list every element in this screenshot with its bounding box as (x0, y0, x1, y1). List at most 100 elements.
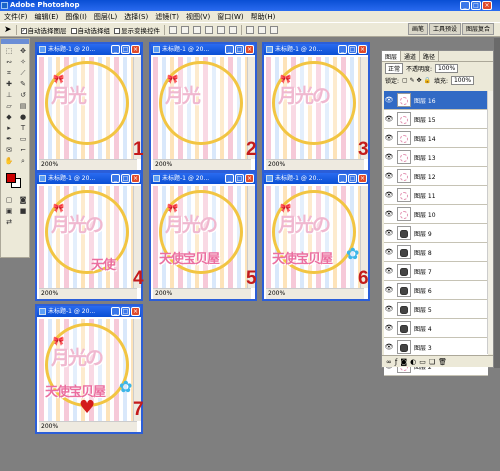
slice-tool-icon[interactable]: ⟋ (17, 69, 29, 78)
foreground-color[interactable] (6, 173, 16, 183)
maximize-button[interactable]: □ (121, 174, 130, 183)
shape-tool-icon[interactable]: ▭ (17, 135, 29, 144)
close-button[interactable]: × (131, 174, 140, 183)
minimize-button[interactable]: _ (225, 174, 234, 183)
visibility-eye-icon[interactable]: 👁 (384, 305, 394, 313)
menu-help[interactable]: 帮助(H) (251, 12, 276, 22)
visibility-eye-icon[interactable]: 👁 (384, 324, 394, 332)
visibility-eye-icon[interactable]: 👁 (384, 343, 394, 351)
menu-select[interactable]: 选择(S) (124, 12, 148, 22)
magic-wand-tool-icon[interactable]: ✧ (17, 58, 29, 67)
minimize-button[interactable]: _ (338, 45, 347, 54)
minimize-button[interactable]: _ (460, 1, 470, 10)
document-window[interactable]: 未标题-1 @ 20... _ □ × 🎀 月光の 天使宝贝屋 200% (149, 171, 257, 301)
close-button[interactable]: × (245, 45, 254, 54)
close-button[interactable]: × (245, 174, 254, 183)
layer-style-icon[interactable]: ƒ (395, 358, 397, 366)
close-button[interactable]: × (358, 45, 367, 54)
align-middle-icon[interactable] (181, 25, 190, 34)
document-canvas[interactable]: 🎀 月光の 天使宝贝屋 (153, 186, 249, 288)
dodge-tool-icon[interactable]: ● (17, 113, 29, 122)
fill-input[interactable]: 100% (450, 76, 475, 85)
maximize-button[interactable]: □ (471, 1, 481, 10)
menu-edit[interactable]: 编辑(E) (35, 12, 59, 22)
document-canvas[interactable]: 🎀 月光 (39, 57, 135, 159)
align-left-icon[interactable] (205, 25, 214, 34)
visibility-eye-icon[interactable]: 👁 (384, 153, 394, 161)
opacity-input[interactable]: 100% (435, 64, 459, 73)
eraser-tool-icon[interactable]: ▱ (3, 102, 15, 111)
visibility-eye-icon[interactable]: 👁 (384, 210, 394, 218)
visibility-eye-icon[interactable]: 👁 (384, 191, 394, 199)
layer-row[interactable]: 👁 图层 11 (384, 186, 488, 205)
menu-layer[interactable]: 图层(L) (94, 12, 117, 22)
document-window[interactable]: 未标题-1 @ 20... _ □ × 🎀 月光の 天使 200% (35, 171, 143, 301)
document-window[interactable]: 未标题-1 @ 20... _ □ × 🎀 月光の 200% (262, 42, 370, 172)
document-canvas[interactable]: 🎀 月光の 天使宝贝屋 ✿ (266, 186, 362, 288)
path-selection-tool-icon[interactable]: ▸ (3, 124, 15, 133)
close-button[interactable]: × (482, 1, 492, 10)
clone-stamp-tool-icon[interactable]: ⊥ (3, 91, 15, 100)
visibility-eye-icon[interactable]: 👁 (384, 134, 394, 142)
link-layers-icon[interactable]: ∞ (386, 358, 392, 366)
screen-mode-icon[interactable]: ▣ (3, 207, 15, 216)
layer-row[interactable]: 👁 图层 7 (384, 262, 488, 281)
minimize-button[interactable]: _ (111, 307, 120, 316)
standard-mode-icon[interactable]: ▢ (3, 196, 15, 205)
move-tool-icon[interactable]: ✥ (17, 47, 29, 56)
visibility-eye-icon[interactable]: 👁 (384, 248, 394, 256)
minimize-button[interactable]: _ (225, 45, 234, 54)
visibility-eye-icon[interactable]: 👁 (384, 96, 394, 104)
document-canvas[interactable]: 🎀 月光の (266, 57, 362, 159)
healing-brush-tool-icon[interactable]: ✚ (3, 80, 15, 89)
pen-tool-icon[interactable]: ✒ (3, 135, 15, 144)
menu-file[interactable]: 文件(F) (4, 12, 28, 22)
layer-row[interactable]: 👁 图层 15 (384, 110, 488, 129)
menu-image[interactable]: 图像(I) (65, 12, 87, 22)
maximize-button[interactable]: □ (121, 45, 130, 54)
menu-view[interactable]: 视图(V) (186, 12, 210, 22)
layer-row[interactable]: 👁 图层 9 (384, 224, 488, 243)
align-right-icon[interactable] (229, 25, 238, 34)
document-window[interactable]: 未标题-1 @ 20... _ □ × 🎀 月光の 天使宝贝屋 ✿ ♥ 200% (35, 304, 143, 434)
hand-tool-icon[interactable]: ✋ (3, 157, 15, 166)
layer-row[interactable]: 👁 图层 13 (384, 148, 488, 167)
distribute-icon[interactable] (246, 25, 255, 34)
layer-row[interactable]: 👁 图层 14 (384, 129, 488, 148)
blend-mode-select[interactable]: 正常 (385, 63, 404, 74)
maximize-button[interactable]: □ (348, 45, 357, 54)
layer-row[interactable]: 👁 图层 12 (384, 167, 488, 186)
document-window[interactable]: 未标题-1 @ 20... _ □ × 🎀 月光 200% (35, 42, 143, 172)
distribute-icon[interactable] (258, 25, 267, 34)
new-group-icon[interactable]: ▭ (419, 358, 426, 366)
well-tool-presets[interactable]: 工具预设 (428, 23, 461, 35)
layer-mask-icon[interactable]: ◙ (400, 358, 407, 366)
adjustment-layer-icon[interactable]: ◐ (410, 358, 416, 366)
history-brush-tool-icon[interactable]: ↺ (17, 91, 29, 100)
zoom-tool-icon[interactable]: ⌕ (17, 157, 29, 166)
minimize-button[interactable]: _ (111, 45, 120, 54)
maximize-button[interactable]: □ (348, 174, 357, 183)
color-swatches[interactable] (4, 171, 26, 191)
checkbox-icon[interactable] (70, 27, 77, 34)
delete-layer-icon[interactable]: 🗑 (438, 358, 447, 366)
visibility-eye-icon[interactable]: 👁 (384, 286, 394, 294)
show-transform-option[interactable]: 显示变换控件 (114, 25, 160, 35)
minimize-button[interactable]: _ (111, 174, 120, 183)
tab-paths[interactable]: 路径 (420, 51, 440, 61)
layer-row[interactable]: 👁 图层 10 (384, 205, 488, 224)
document-window[interactable]: 未标题-1 @ 20... _ □ × 🎀 月光 200% (149, 42, 257, 172)
layer-row[interactable]: 👁 图层 4 (384, 319, 488, 338)
gradient-tool-icon[interactable]: ▤ (17, 102, 29, 111)
layer-row[interactable]: 👁 图层 6 (384, 281, 488, 300)
crop-tool-icon[interactable]: ⌗ (3, 69, 15, 78)
distribute-icon[interactable] (270, 25, 279, 34)
close-button[interactable]: × (131, 307, 140, 316)
type-tool-icon[interactable]: T (17, 124, 29, 133)
layer-list-scrollbar[interactable] (487, 91, 493, 354)
move-tool-icon[interactable]: ➤ (4, 25, 12, 35)
quick-mask-icon[interactable]: ◙ (17, 196, 29, 205)
maximize-button[interactable]: □ (235, 174, 244, 183)
lasso-tool-icon[interactable]: ∾ (3, 58, 15, 67)
align-center-icon[interactable] (217, 25, 226, 34)
